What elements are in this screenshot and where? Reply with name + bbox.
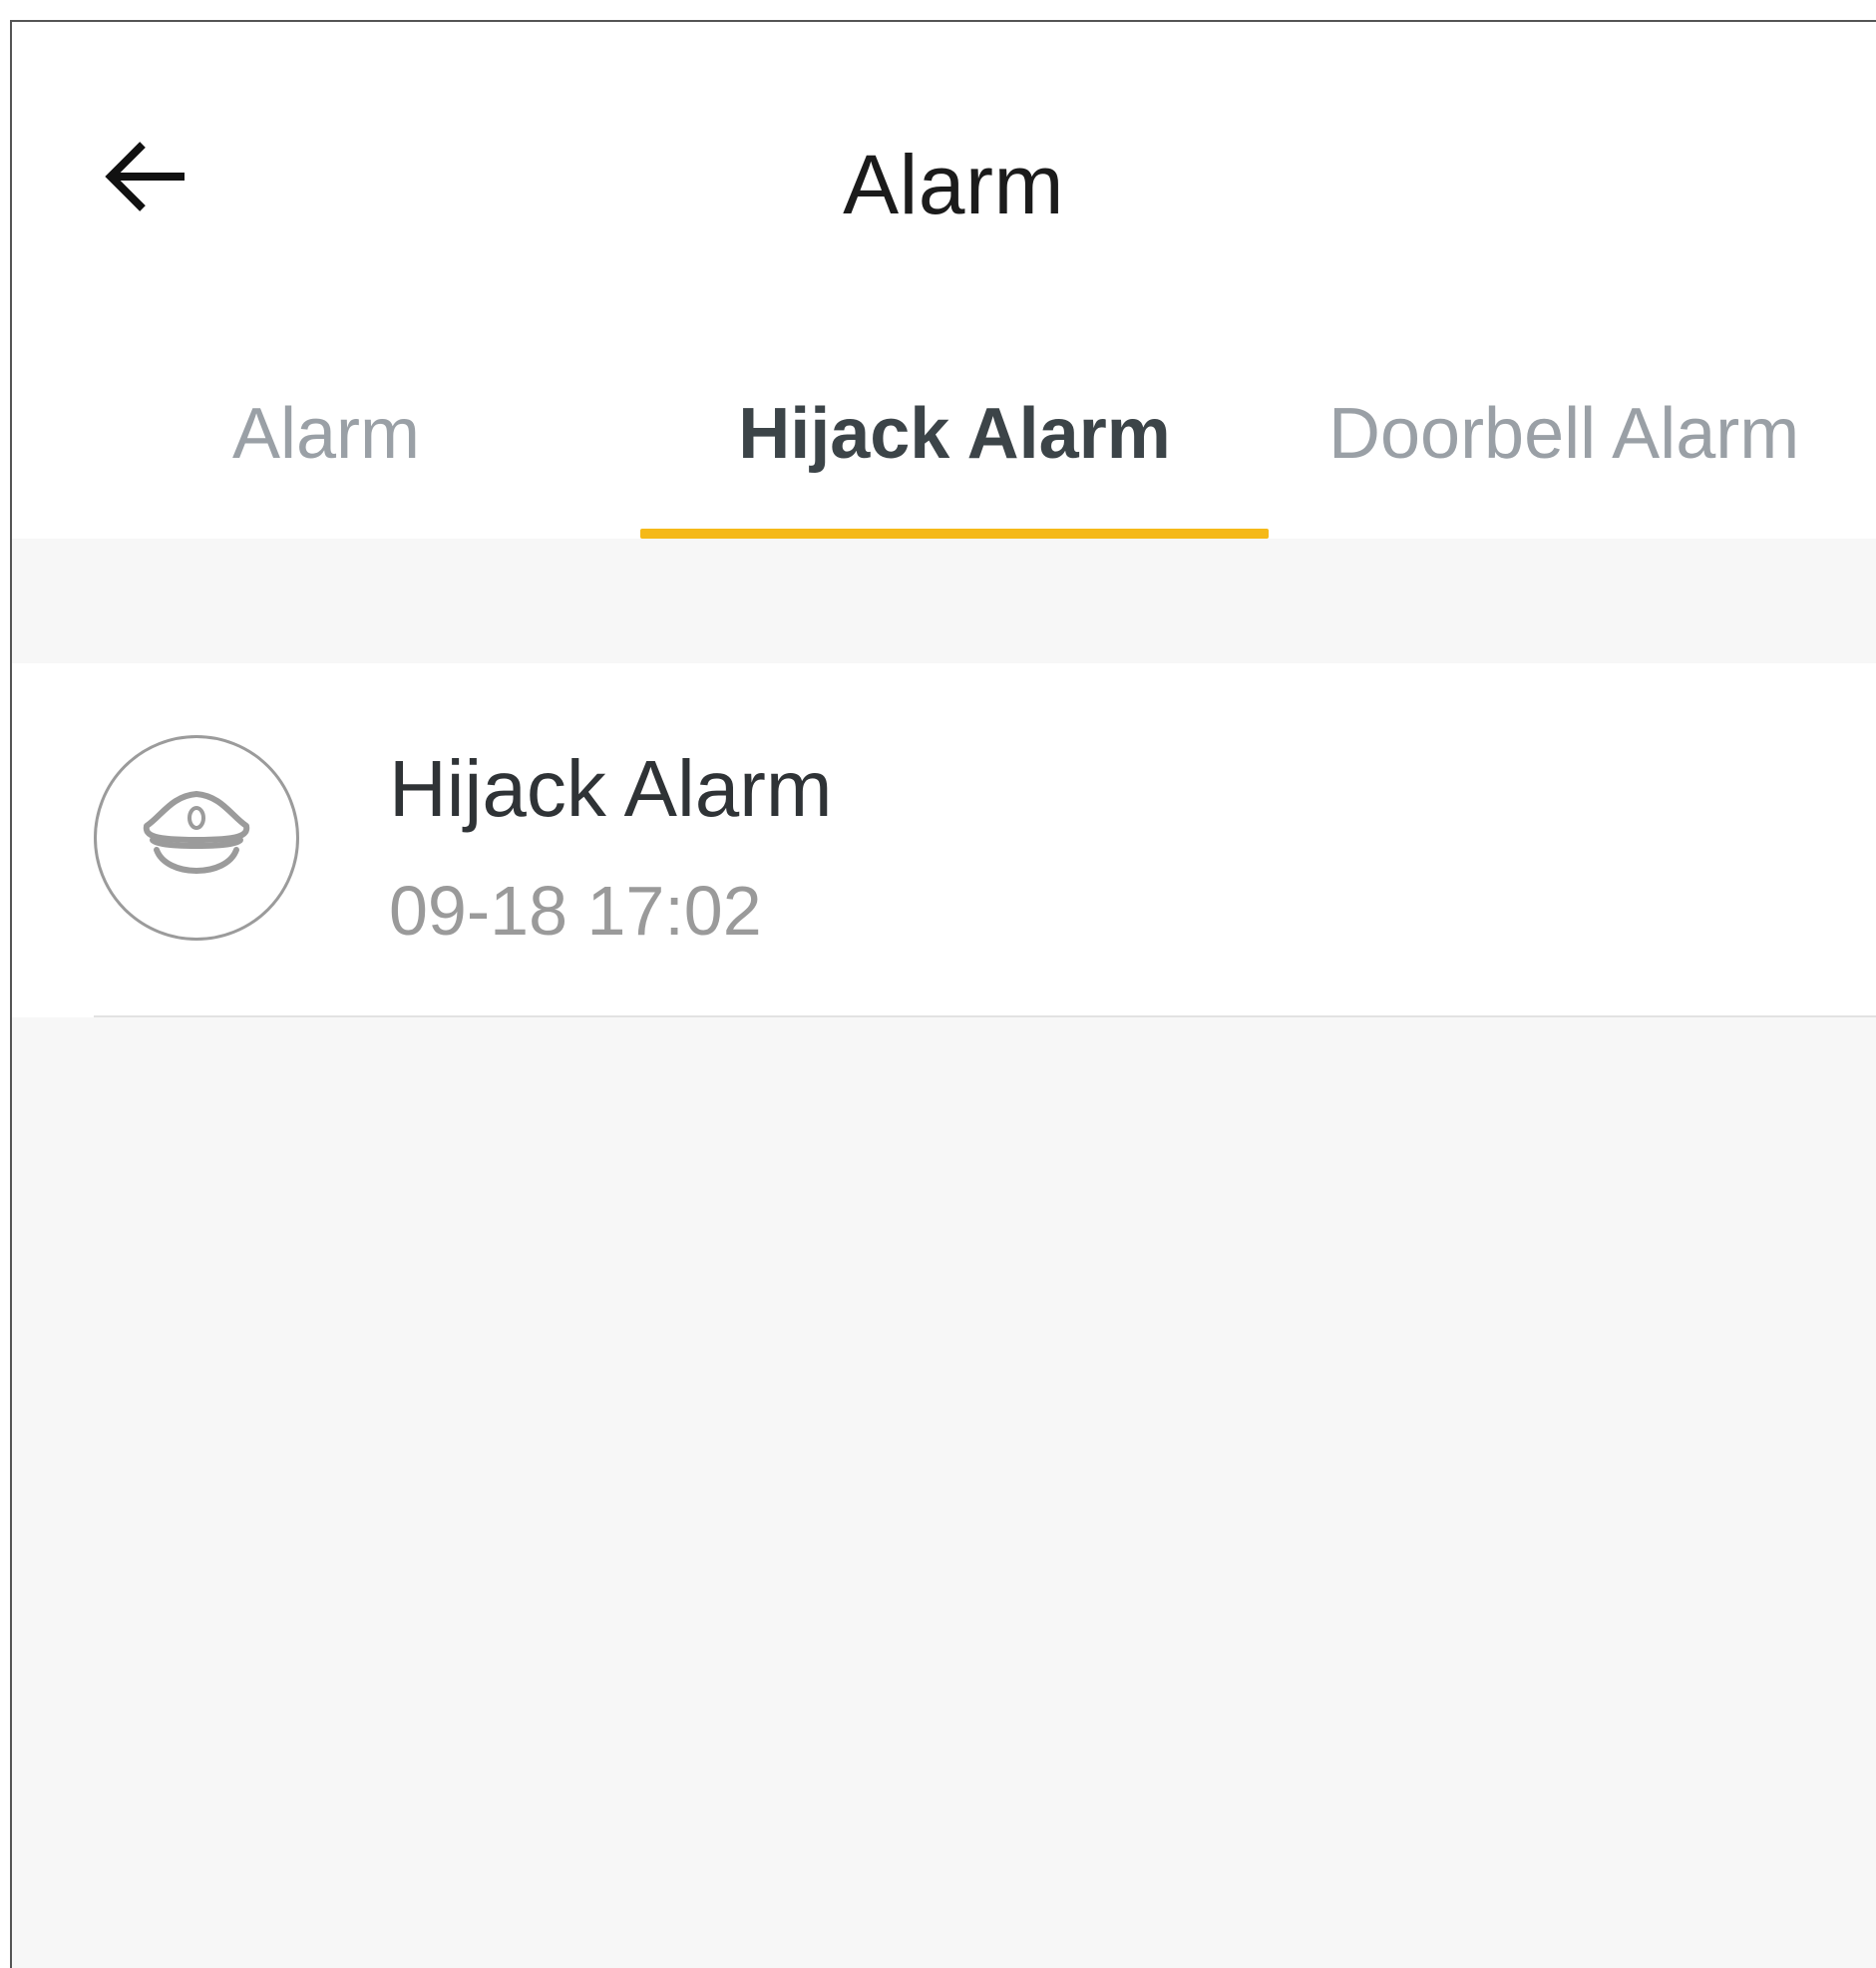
list-divider (94, 1015, 1876, 1017)
alarm-type-avatar (94, 735, 299, 941)
alarm-list-item[interactable]: Hijack Alarm 09-18 17:02 (12, 663, 1876, 1017)
alarm-timestamp: 09-18 17:02 (389, 872, 762, 950)
alarm-title: Hijack Alarm (389, 744, 833, 833)
tab-alarm[interactable]: Alarm (12, 393, 640, 475)
tab-hijack-alarm[interactable]: Hijack Alarm (640, 393, 1269, 475)
tab-bar: Alarm Hijack Alarm Doorbell Alarm (12, 361, 1876, 539)
police-cap-icon (143, 791, 250, 874)
alarm-list: Hijack Alarm 09-18 17:02 (12, 539, 1876, 1968)
app-screen: Alarm Alarm Hijack Alarm Doorbell Alarm … (10, 20, 1876, 1968)
active-tab-indicator (640, 529, 1269, 539)
app-header: Alarm (12, 22, 1876, 331)
page-title: Alarm (843, 138, 1064, 231)
tab-doorbell-alarm[interactable]: Doorbell Alarm (1328, 393, 1876, 475)
